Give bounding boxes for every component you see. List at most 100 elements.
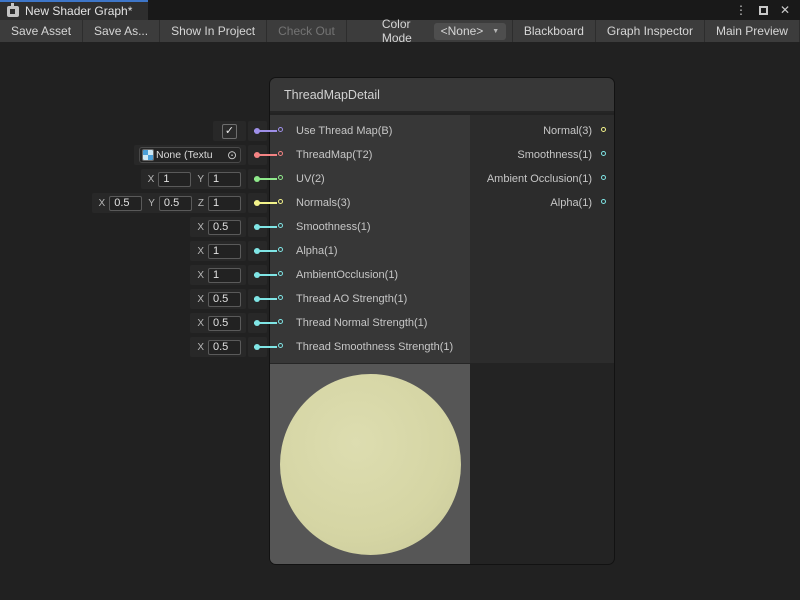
axis-label: Y	[148, 198, 155, 209]
blackboard-button[interactable]: Blackboard	[513, 20, 596, 42]
axis-label: X	[197, 318, 204, 329]
output-port[interactable]	[601, 175, 606, 180]
alpha-x-field[interactable]: 1	[208, 244, 241, 259]
shader-graph-window: New Shader Graph* ⋮ ✕ Save Asset Save As…	[0, 0, 800, 600]
output-row: Ambient Occlusion(1)	[470, 167, 614, 191]
thread-normal-strength-x-field[interactable]: 0.5	[208, 316, 241, 331]
port-stub	[254, 130, 277, 132]
input-port[interactable]	[278, 199, 283, 204]
threadmapdetail-node[interactable]: ThreadMapDetail Use Thread Map(B) Thread…	[270, 78, 614, 564]
uv-y-field[interactable]: 1	[208, 172, 241, 187]
input-row: Thread AO Strength(1)	[270, 287, 470, 311]
widget-strip: X 0.5	[190, 337, 246, 357]
thread-ao-strength-x-field[interactable]: 0.5	[208, 292, 241, 307]
axis-label: X	[99, 198, 106, 209]
input-port[interactable]	[278, 151, 283, 156]
node-preview	[270, 363, 470, 564]
input-label: Thread Normal Strength(1)	[296, 311, 427, 335]
input-row: Alpha(1)	[270, 239, 470, 263]
port-stub	[254, 322, 277, 324]
input-label: ThreadMap(T2)	[296, 143, 372, 167]
texture-icon	[143, 150, 153, 160]
input-port[interactable]	[278, 343, 283, 348]
axis-label: X	[148, 174, 155, 185]
widget-strip: ✓	[213, 121, 246, 141]
output-row: Smoothness(1)	[470, 143, 614, 167]
port-stub	[254, 250, 277, 252]
ambient-occlusion-x-field[interactable]: 1	[208, 268, 241, 283]
node-title[interactable]: ThreadMapDetail	[270, 78, 614, 113]
output-port[interactable]	[601, 127, 606, 132]
widget-strip: X 1	[190, 241, 246, 261]
output-port[interactable]	[601, 199, 606, 204]
normals-widget: X 0.5 Y 0.5 Z 1	[92, 193, 267, 213]
thread-smoothness-strength-x-field[interactable]: 0.5	[208, 340, 241, 355]
axis-label: X	[197, 246, 204, 257]
output-label: Normal(3)	[543, 119, 592, 143]
window-controls: ⋮ ✕	[735, 0, 800, 20]
axis-label: X	[197, 270, 204, 281]
close-icon[interactable]: ✕	[780, 4, 790, 16]
uv-widget: X 1 Y 1	[141, 169, 267, 189]
port-stub	[254, 154, 277, 156]
output-row: Alpha(1)	[470, 191, 614, 215]
more-icon[interactable]: ⋮	[735, 4, 747, 16]
input-row: Use Thread Map(B)	[270, 119, 470, 143]
input-port[interactable]	[278, 319, 283, 324]
port-stub	[254, 346, 277, 348]
port-stub	[254, 202, 277, 204]
preview-sphere	[280, 374, 461, 555]
input-port[interactable]	[278, 247, 283, 252]
input-label: Thread Smoothness Strength(1)	[296, 335, 453, 359]
object-picker-icon[interactable]: ⊙	[227, 149, 237, 161]
color-mode-value: <None>	[441, 24, 484, 38]
input-label: Smoothness(1)	[296, 215, 371, 239]
color-mode-label: Color Mode	[374, 20, 434, 42]
save-asset-button[interactable]: Save Asset	[0, 20, 83, 42]
use-thread-map-checkbox[interactable]: ✓	[222, 124, 237, 139]
output-label: Smoothness(1)	[517, 143, 592, 167]
output-port[interactable]	[601, 151, 606, 156]
maximize-icon[interactable]	[759, 6, 768, 15]
input-port[interactable]	[278, 127, 283, 132]
widget-strip: X 0.5 Y 0.5 Z 1	[92, 193, 246, 213]
input-row: ThreadMap(T2)	[270, 143, 470, 167]
node-output-column: Normal(3) Smoothness(1) Ambient Occlusio…	[470, 115, 614, 363]
threadmap-object-field[interactable]: None (Textu ⊙	[139, 147, 241, 163]
uv-x-field[interactable]: 1	[158, 172, 191, 187]
input-label: AmbientOcclusion(1)	[296, 263, 398, 287]
input-row: Smoothness(1)	[270, 215, 470, 239]
normals-y-field[interactable]: 0.5	[159, 196, 192, 211]
port-stub	[254, 226, 277, 228]
input-label: UV(2)	[296, 167, 325, 191]
input-row: AmbientOcclusion(1)	[270, 263, 470, 287]
widget-strip: X 0.5	[190, 217, 246, 237]
widget-strip: X 0.5	[190, 289, 246, 309]
tab-new-shader-graph[interactable]: New Shader Graph*	[0, 0, 148, 20]
port-stub	[254, 178, 277, 180]
input-label: Use Thread Map(B)	[296, 119, 392, 143]
color-mode-dropdown[interactable]: <None> ▼	[434, 23, 507, 40]
graph-inspector-button[interactable]: Graph Inspector	[596, 20, 705, 42]
input-port[interactable]	[278, 223, 283, 228]
object-field-value: None (Textu	[156, 149, 213, 161]
smoothness-x-field[interactable]: 0.5	[208, 220, 241, 235]
input-label: Normals(3)	[296, 191, 350, 215]
widget-strip: X 1 Y 1	[141, 169, 246, 189]
input-port[interactable]	[278, 271, 283, 276]
axis-label: X	[197, 342, 204, 353]
port-stub	[254, 274, 277, 276]
show-in-project-button[interactable]: Show In Project	[160, 20, 267, 42]
tab-title: New Shader Graph*	[25, 4, 132, 18]
main-preview-button[interactable]: Main Preview	[705, 20, 800, 42]
shader-graph-icon	[7, 6, 19, 17]
chevron-down-icon: ▼	[492, 28, 499, 35]
normals-z-field[interactable]: 1	[208, 196, 241, 211]
input-port[interactable]	[278, 175, 283, 180]
save-as-button[interactable]: Save As...	[83, 20, 160, 42]
input-port[interactable]	[278, 295, 283, 300]
widget-strip: X 0.5	[190, 313, 246, 333]
widget-strip: None (Textu ⊙	[134, 145, 246, 165]
axis-label: X	[197, 222, 204, 233]
normals-x-field[interactable]: 0.5	[109, 196, 142, 211]
